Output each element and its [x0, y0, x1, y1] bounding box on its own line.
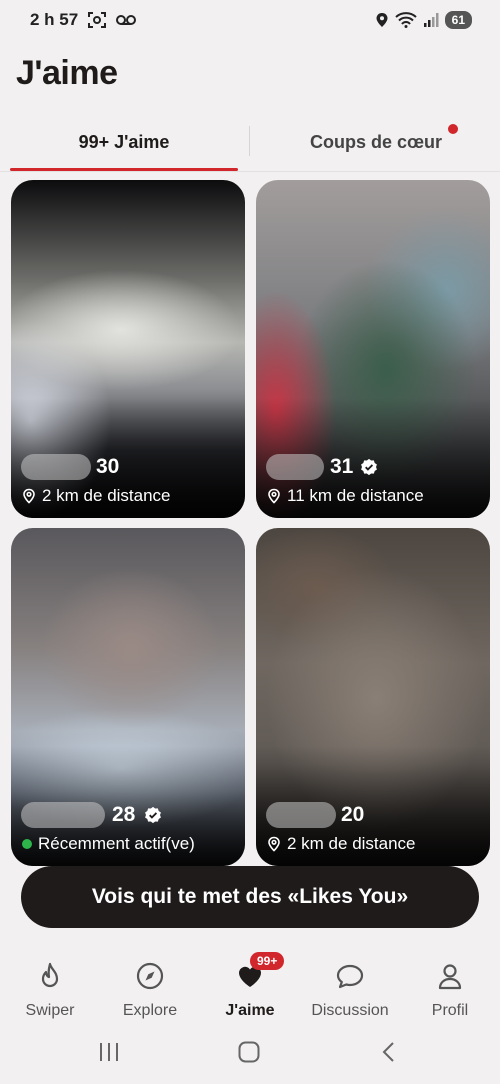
tab-bar: 99+ J'aime Coups de cœur: [0, 118, 500, 172]
status-time: 2 h 57: [30, 10, 79, 29]
profile-age: 31: [330, 455, 354, 478]
chat-bubble-icon: [336, 964, 364, 989]
profile-distance-text: 11 km de distance: [287, 486, 424, 505]
wifi-icon: [394, 12, 417, 28]
tab-divider: [249, 126, 250, 156]
profile-card[interactable]: 31 11 km de distance: [256, 180, 490, 518]
profile-card[interactable]: 20 2 km de distance: [256, 528, 490, 866]
recent-apps-icon[interactable]: [97, 1040, 121, 1064]
profile-distance-text: 2 km de distance: [287, 834, 416, 853]
nav-explore[interactable]: Explore: [100, 948, 200, 1028]
profile-distance-text: 2 km de distance: [42, 486, 171, 505]
voicemail-icon: [116, 15, 137, 25]
profile-age: 30: [96, 455, 120, 478]
nav-profile[interactable]: Profil: [400, 948, 500, 1028]
back-icon[interactable]: [377, 1040, 401, 1064]
nav-profile-label: Profil: [431, 1002, 469, 1019]
flame-icon: [41, 962, 59, 988]
system-navigation-bar: [0, 1032, 500, 1084]
blurred-name: [21, 454, 91, 480]
blurred-name: [266, 454, 324, 480]
compass-icon: [136, 962, 164, 990]
tab-top-picks[interactable]: Coups de cœur: [252, 118, 500, 166]
notification-dot: [448, 124, 458, 134]
profile-activity: Récemment actif(ve): [22, 834, 195, 854]
nav-explore-label: Explore: [122, 1002, 178, 1019]
location-icon: [376, 13, 388, 27]
nav-discussion-label: Discussion: [311, 1002, 389, 1019]
blurred-name: [266, 802, 336, 828]
location-pin-icon: [268, 488, 280, 504]
home-icon[interactable]: [237, 1040, 261, 1064]
battery-indicator: 61: [444, 11, 472, 29]
nav-swiper-label: Swiper: [25, 1002, 75, 1019]
page-title: J'aime: [16, 54, 118, 92]
online-status-dot: [22, 839, 32, 849]
nav-discussion[interactable]: Discussion: [300, 948, 400, 1028]
location-pin-icon: [23, 488, 35, 504]
tab-bar-divider: [0, 171, 500, 172]
bottom-navigation: Swiper Explore 99+ J'aime Discussion Pro…: [0, 948, 500, 1028]
profile-distance: 11 km de distance: [267, 486, 424, 506]
person-icon: [438, 964, 462, 990]
signal-icon: [423, 13, 439, 27]
profile-age: 28: [112, 803, 136, 826]
see-who-likes-you-label: Vois qui te met des «Likes You»: [91, 885, 409, 908]
verified-badge-icon: [361, 458, 377, 476]
nav-swiper[interactable]: Swiper: [0, 948, 100, 1028]
location-pin-icon: [268, 836, 280, 852]
profile-card[interactable]: 28 Récemment actif(ve): [11, 528, 245, 866]
profile-card[interactable]: 30 2 km de distance: [11, 180, 245, 518]
profile-activity-text: Récemment actif(ve): [38, 834, 195, 853]
tab-likes[interactable]: 99+ J'aime: [10, 118, 238, 166]
tab-top-picks-label: Coups de cœur: [309, 131, 442, 152]
status-bar: 2 h 57 61: [0, 0, 500, 40]
profile-distance: 2 km de distance: [267, 834, 416, 854]
screenshot-icon: [88, 12, 107, 28]
verified-badge-icon: [145, 806, 161, 824]
tab-likes-label: 99+ J'aime: [78, 131, 170, 152]
blurred-name: [21, 802, 105, 828]
see-who-likes-you-button[interactable]: Vois qui te met des «Likes You»: [21, 866, 479, 928]
nav-likes[interactable]: 99+ J'aime: [200, 948, 300, 1028]
profile-age: 20: [341, 803, 365, 826]
profile-distance: 2 km de distance: [22, 486, 171, 506]
nav-likes-label: J'aime: [225, 1002, 275, 1019]
likes-count-badge: 99+: [250, 952, 285, 970]
